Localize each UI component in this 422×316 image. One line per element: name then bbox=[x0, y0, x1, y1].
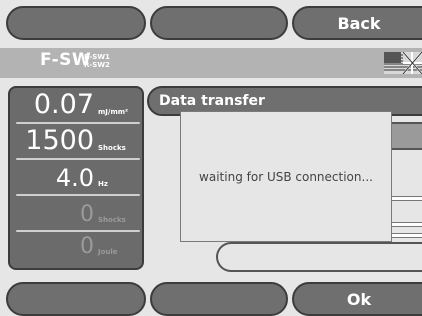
track-stripe bbox=[390, 233, 422, 238]
bottom-left-button[interactable] bbox=[6, 282, 146, 316]
header-bar: F-SW R-SW1 R-SW2 bbox=[0, 48, 422, 78]
shock-counter-readout: 0 Shocks bbox=[16, 198, 140, 232]
energy-value: 0.07 bbox=[33, 89, 94, 120]
top-left-button[interactable] bbox=[6, 6, 146, 40]
frequency-value: 4.0 bbox=[55, 164, 94, 192]
frequency-unit: Hz bbox=[98, 180, 108, 188]
divider bbox=[16, 194, 140, 196]
energy-unit: mJ/mm² bbox=[98, 108, 129, 116]
shocks-unit: Shocks bbox=[98, 144, 126, 152]
frequency-readout[interactable]: 4.0 Hz bbox=[16, 162, 140, 196]
device-submodels: R-SW1 R-SW2 bbox=[84, 53, 110, 69]
shock-counter-value: 0 bbox=[80, 202, 94, 227]
track-stripe bbox=[390, 222, 422, 227]
applicator-track bbox=[216, 242, 422, 272]
top-middle-button[interactable] bbox=[150, 6, 288, 40]
ok-button[interactable]: Ok bbox=[292, 282, 422, 316]
bottom-middle-button[interactable] bbox=[150, 282, 288, 316]
parameter-panel: 0.07 mJ/mm² 1500 Shocks 4.0 Hz 0 Shocks … bbox=[8, 86, 144, 270]
shocks-readout[interactable]: 1500 Shocks bbox=[16, 126, 140, 160]
submodel-1: R-SW1 bbox=[84, 53, 110, 61]
uk-flag-icon[interactable] bbox=[384, 52, 422, 74]
energy-readout[interactable]: 0.07 mJ/mm² bbox=[16, 90, 140, 124]
back-button[interactable]: Back bbox=[292, 6, 422, 40]
joule-readout: 0 Joule bbox=[16, 230, 140, 264]
dialog-message: waiting for USB connection... bbox=[199, 169, 373, 184]
shocks-value: 1500 bbox=[25, 125, 94, 156]
divider bbox=[16, 158, 140, 160]
submodel-2: R-SW2 bbox=[84, 61, 110, 69]
shock-counter-unit: Shocks bbox=[98, 216, 126, 224]
divider bbox=[16, 122, 140, 124]
track-stripe bbox=[390, 196, 422, 201]
usb-wait-dialog: waiting for USB connection... bbox=[180, 111, 392, 242]
joule-unit: Joule bbox=[98, 248, 118, 256]
joule-value: 0 bbox=[80, 234, 94, 259]
